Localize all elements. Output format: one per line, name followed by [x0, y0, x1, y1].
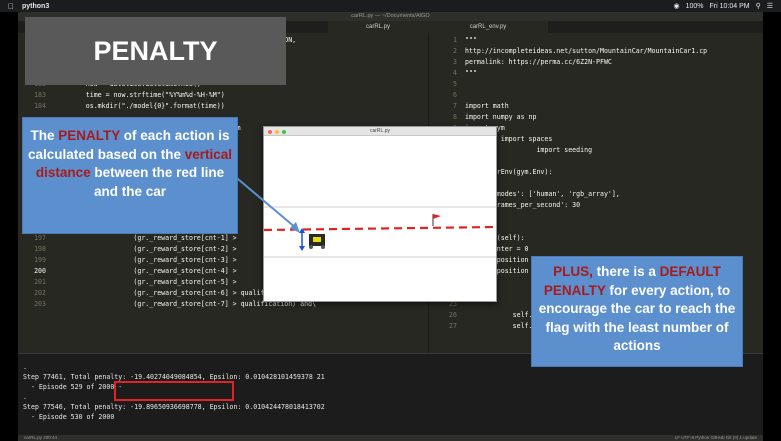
code-line[interactable]: 183 time = now.strftime("%Y%m%d-%H-%M") — [18, 90, 225, 101]
code-line[interactable]: 7 import math — [429, 101, 509, 112]
code-line[interactable]: 197 (gr._reward_store[cnt-1] > — [18, 233, 237, 244]
code-text: (gr._reward_store[cnt-3] > — [54, 256, 237, 264]
penalty-highlight-box — [114, 381, 234, 401]
line-number: 26 — [449, 311, 457, 319]
line-number: 199 — [34, 256, 46, 264]
car-icon — [309, 234, 325, 249]
wifi-icon[interactable]: ◉ — [673, 2, 679, 10]
code-text: (gr._reward_store[cnt-5] > — [54, 278, 237, 286]
callout-highlight: PLUS, — [553, 264, 593, 279]
line-number: 183 — [34, 91, 46, 99]
code-line[interactable]: 4 """ — [429, 68, 477, 79]
line-number: 198 — [34, 245, 46, 253]
line-number: 200 — [34, 267, 46, 275]
code-line[interactable]: 3 permalink: https://perma.cc/6Z2N-PFWC — [429, 57, 612, 68]
line-number: 6 — [453, 91, 457, 99]
code-line[interactable]: 2 http://incompleteideas.net/sutton/Mount… — [429, 46, 707, 57]
menu-clock[interactable]: Fri 10:04 PM — [710, 3, 750, 10]
status-left: carRL.py 200:44 — [24, 435, 58, 440]
line-number: 202 — [34, 289, 46, 297]
line-number: 2 — [453, 47, 457, 55]
terminal-line: Step 77546, Total penalty: -19.896509366… — [23, 403, 325, 411]
sim-canvas — [264, 206, 496, 258]
callout-text: The — [30, 128, 59, 143]
terminal-line: . — [23, 393, 27, 401]
minimize-icon[interactable] — [275, 129, 279, 134]
code-line[interactable]: 200 (gr._reward_store[cnt-4] > — [18, 266, 237, 277]
apple-icon[interactable]:  — [8, 2, 14, 11]
terminal-line: . — [23, 363, 27, 371]
simulation-window[interactable]: carRL.py — [263, 126, 497, 302]
slide-title: PENALTY — [25, 17, 286, 85]
callout-text: there is a — [592, 264, 660, 279]
code-line[interactable]: 184 os.mkdir("./model{0}".format(time)) — [18, 101, 225, 112]
callout-text: between the red line and the car — [90, 165, 225, 199]
code-text: http://incompleteideas.net/sutton/Mounta… — [465, 47, 708, 55]
code-text: (gr._reward_store[cnt-2] > — [54, 245, 237, 253]
battery-status[interactable]: 100% — [686, 3, 704, 10]
line-number: 4 — [453, 69, 457, 77]
line-number: 5 — [453, 80, 457, 88]
code-line[interactable]: 201 (gr._reward_store[cnt-5] > — [18, 277, 237, 288]
code-text: os.mkdir("./model{0}".format(time)) — [54, 102, 225, 110]
code-line[interactable]: 199 (gr._reward_store[cnt-3] > — [18, 255, 237, 266]
default-penalty-callout: PLUS, there is a DEFAULT PENALTY for eve… — [531, 256, 743, 367]
code-text: permalink: https://perma.cc/6Z2N-PFWC — [465, 58, 612, 66]
code-line[interactable]: 5 — [429, 79, 465, 90]
menu-app-name[interactable]: python3 — [22, 3, 49, 10]
code-text: import numpy as np — [465, 113, 537, 121]
line-number: 1 — [453, 36, 457, 44]
code-line[interactable]: 6 — [429, 90, 465, 101]
target-red-line — [264, 225, 496, 232]
menu-list-icon[interactable]: ☰ — [767, 2, 773, 10]
line-number: 7 — [453, 102, 457, 110]
terminal-line: - Episode 530 of 2000 — [23, 413, 115, 421]
terminal-line: - Episode 529 of 2000 - — [23, 383, 123, 391]
code-text: """ — [465, 36, 477, 44]
code-text: (gr._reward_store[cnt-1] > — [54, 234, 237, 242]
line-number: 8 — [453, 113, 457, 121]
code-line[interactable]: 1 """ — [429, 35, 477, 46]
line-number: 197 — [34, 234, 46, 242]
callout-highlight: PENALTY — [58, 128, 120, 143]
code-text: """ — [465, 69, 477, 77]
sim-title: carRL.py — [369, 128, 390, 134]
line-number: 3 — [453, 58, 457, 66]
status-right: LF UTF-8 Python GitHub Git (0) 1 update — [674, 435, 757, 440]
zoom-icon[interactable] — [282, 129, 286, 134]
tab-carrl[interactable]: carRL.py — [328, 21, 428, 33]
code-text: time = now.strftime("%Y%m%d-%H-%M") — [54, 91, 225, 99]
right-tab-bar: carRL_env.py — [428, 21, 763, 33]
sim-titlebar: carRL.py — [264, 127, 496, 136]
search-icon[interactable]: ⚲ — [756, 2, 761, 10]
line-number: 184 — [34, 102, 46, 110]
code-line[interactable]: 198 (gr._reward_store[cnt-2] > — [18, 244, 237, 255]
code-line[interactable]: 8 import numpy as np — [429, 112, 536, 123]
line-number: 27 — [449, 322, 457, 330]
menu-bar:  python3 ◉ 100% Fri 10:04 PM ⚲ ☰ — [0, 0, 781, 12]
code-text: (gr._reward_store[cnt-4] > — [54, 267, 237, 275]
line-number: 201 — [34, 278, 46, 286]
code-text: import math — [465, 102, 509, 110]
close-icon[interactable] — [268, 129, 272, 134]
tab-carrl-env[interactable]: carRL_env.py — [428, 21, 548, 33]
flag-icon — [433, 214, 441, 219]
penalty-explanation-callout: The PENALTY of each action is calculated… — [22, 117, 238, 234]
distance-arrow-icon — [299, 228, 305, 251]
line-number: 203 — [34, 300, 46, 308]
status-bar: carRL.py 200:44 LF UTF-8 Python GitHub G… — [18, 435, 763, 441]
